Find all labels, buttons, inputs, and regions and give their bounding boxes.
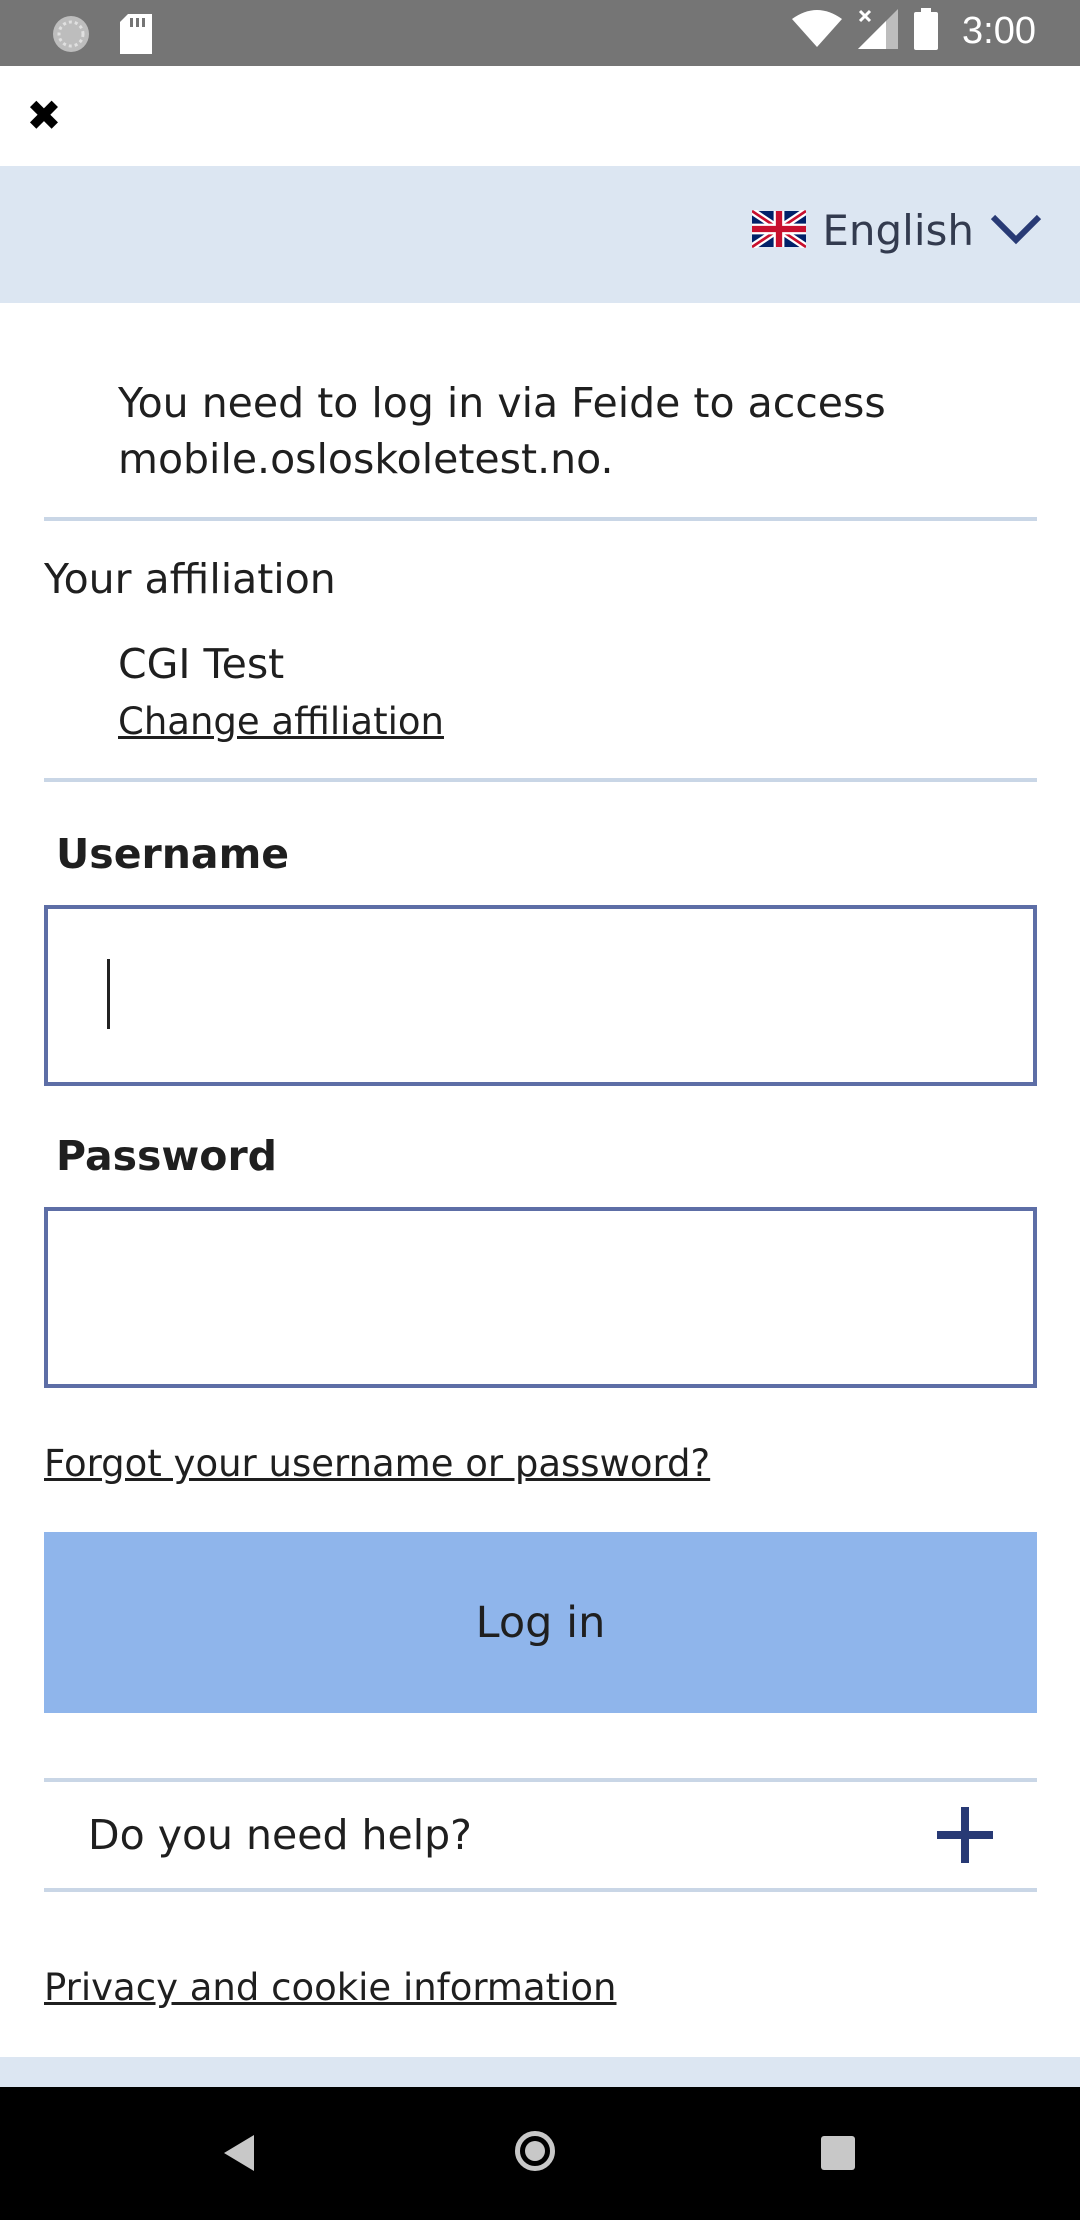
affiliation-title: Your affiliation [44, 555, 336, 603]
status-time: 3:00 [962, 9, 1036, 52]
intro-text: You need to log in via Feide to access m… [118, 379, 886, 483]
recent-apps-icon[interactable] [821, 2136, 855, 2170]
affiliation-name: CGI Test [118, 640, 285, 688]
footer-strip [0, 2057, 1080, 2087]
forgot-credentials-link[interactable]: Forgot your username or password? [44, 1442, 710, 1485]
sd-card-icon [120, 14, 152, 58]
sync-icon [50, 13, 92, 59]
wifi-icon [792, 9, 843, 53]
help-expander[interactable]: Do you need help? [44, 1782, 1037, 1888]
language-bar: English [0, 166, 1080, 303]
divider [44, 517, 1037, 521]
privacy-link[interactable]: Privacy and cookie information [44, 1966, 617, 2009]
text-caret [107, 959, 110, 1029]
divider [44, 1888, 1037, 1892]
navigation-bar [0, 2087, 1080, 2220]
help-label: Do you need help? [88, 1811, 472, 1859]
uk-flag-icon [750, 207, 809, 252]
top-bar: ✖ [0, 66, 1080, 166]
chevron-down-icon [990, 213, 1042, 249]
password-label: Password [56, 1132, 278, 1180]
close-icon[interactable]: ✖ [24, 95, 64, 137]
username-label: Username [56, 830, 290, 878]
password-input[interactable] [48, 1211, 1033, 1384]
home-icon[interactable] [515, 2131, 555, 2171]
change-affiliation-link[interactable]: Change affiliation [118, 700, 444, 743]
language-selector[interactable]: English [750, 206, 1042, 255]
username-field-container [44, 905, 1037, 1086]
login-button[interactable]: Log in [44, 1532, 1037, 1713]
signal-icon [858, 9, 899, 53]
password-field-container [44, 1207, 1037, 1388]
battery-icon [914, 8, 939, 54]
language-label: English [822, 206, 974, 255]
plus-icon [937, 1807, 993, 1863]
status-bar: 3:00 [0, 0, 1080, 66]
divider [44, 778, 1037, 782]
back-icon[interactable] [224, 2135, 254, 2171]
username-input[interactable] [48, 909, 1033, 1082]
